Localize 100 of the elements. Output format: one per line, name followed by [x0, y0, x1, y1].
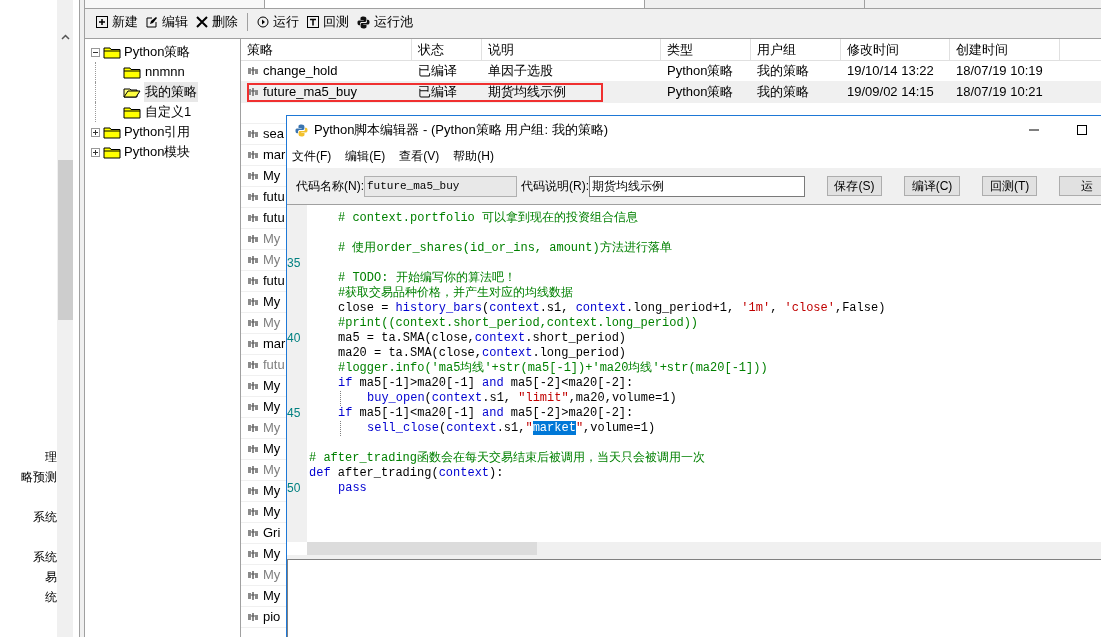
toolbar-button[interactable]: 回测	[306, 12, 350, 32]
table-cell-text: 已编译	[418, 62, 457, 81]
table-cell-text: My	[263, 398, 281, 417]
table-cell-text: My	[263, 230, 281, 249]
table-cell-text: My	[263, 503, 281, 522]
script-icon	[247, 339, 259, 349]
scrollbar[interactable]	[57, 0, 73, 637]
column-header[interactable]: 修改时间	[841, 39, 950, 60]
column-header[interactable]: 用户组	[751, 39, 841, 60]
column-header[interactable]: 创建时间	[950, 39, 1060, 60]
collapse-icon[interactable]	[91, 47, 100, 57]
toolbar-button[interactable]: 运行池	[356, 12, 414, 32]
script-icon	[247, 318, 259, 328]
table-cell-text: Python策略	[667, 83, 734, 102]
indent-guide	[340, 391, 341, 406]
line-number: 50	[287, 481, 301, 496]
expand-icon[interactable]	[91, 147, 100, 157]
table-cell-text: Python策略	[667, 62, 734, 81]
table-cell-text: 期货均线示例	[488, 83, 566, 102]
script-icon	[247, 297, 259, 307]
script-icon	[247, 381, 259, 391]
table-cell-text: mar	[263, 335, 286, 354]
tree-item[interactable]: Python引用	[124, 122, 191, 142]
code-line: #logger.info('ma5均线'+str(ma5[-1])+'ma20均线'+str(ma20[-1]))	[338, 361, 768, 376]
table-cell-text: mar	[263, 146, 286, 165]
table-cell-text: futu	[263, 188, 285, 207]
toolbar-button[interactable]: 运行	[256, 12, 300, 32]
tree-item[interactable]: nnmnn	[144, 62, 186, 82]
code-line: #print((context.short_period,context.long_period))	[338, 316, 699, 331]
script-icon	[247, 402, 259, 412]
description-field[interactable]: 期货均线示例	[589, 175, 805, 197]
name-field[interactable]: future_ma5_buy	[364, 175, 518, 197]
code-line: # context.portfolio 可以拿到现在的投资组合信息	[338, 211, 639, 226]
code-line: #获取交易品种价格，并产生对应的均线数据	[338, 286, 574, 301]
dialog-button[interactable]: 回测(T)	[981, 176, 1038, 196]
nav-item[interactable]: 易	[0, 567, 57, 587]
tree-item[interactable]: Python模块	[124, 142, 191, 162]
menu-item[interactable]: 帮助(H)	[453, 147, 494, 165]
table-cell-text: 18/07/19 10:19	[956, 62, 1043, 81]
script-icon	[247, 528, 259, 538]
code-line: pass	[338, 481, 367, 496]
tree-item[interactable]: 自定义1	[144, 102, 193, 122]
table-cell-text: change_hold	[263, 62, 338, 81]
code-line: def after_trading(context):	[309, 466, 504, 481]
nav-item[interactable]: 略预测	[0, 467, 57, 487]
column-header[interactable]: 类型	[661, 39, 751, 60]
script-icon	[247, 234, 259, 244]
table-cell-text: sea	[263, 125, 284, 144]
column-header[interactable]: 说明	[482, 39, 661, 60]
chevron-up-icon[interactable]	[60, 34, 70, 40]
table-cell-text: 我的策略	[757, 83, 809, 102]
script-icon	[247, 276, 259, 286]
script-icon	[247, 570, 259, 580]
table-cell-text: futu	[263, 356, 285, 375]
table-cell-text: My	[263, 419, 281, 438]
table-cell-text: My	[263, 461, 281, 480]
table-cell-text: My	[263, 293, 281, 312]
line-number: 35	[287, 256, 301, 271]
nav-item[interactable]: 系统	[0, 507, 57, 527]
nav-item[interactable]: 理	[0, 447, 57, 467]
toolbar-button[interactable]: 新建	[95, 12, 139, 32]
folder-icon	[123, 105, 141, 119]
column-header[interactable]: 策略	[241, 39, 412, 60]
maximize-icon[interactable]	[1077, 125, 1087, 135]
horizontal-scrollbar[interactable]	[307, 542, 1101, 555]
dialog-button[interactable]: 编译(C)	[904, 176, 960, 196]
code-line: ma20 = ta.SMA(close,context.long_period)	[338, 346, 627, 361]
menu-item[interactable]: 编辑(E)	[345, 147, 386, 165]
tree-item[interactable]: 我的策略	[144, 82, 198, 102]
table-cell-text: My	[263, 545, 281, 564]
table-cell-text: My	[263, 377, 281, 396]
table-cell-text: Gri	[263, 524, 281, 543]
table-cell-text: My	[263, 587, 281, 606]
table-cell-text: 19/10/14 13:22	[847, 62, 934, 81]
expand-icon[interactable]	[91, 127, 100, 137]
toolbar-button[interactable]: 删除	[195, 12, 239, 32]
code-line: buy_open(context.s1, "limit",ma20,volume=1)	[367, 391, 677, 406]
menu-item[interactable]: 文件(F)	[292, 147, 332, 165]
dialog-button[interactable]: 运	[1059, 176, 1101, 196]
script-icon	[247, 465, 259, 475]
menu-item[interactable]: 查看(V)	[399, 147, 440, 165]
window-title: Python脚本编辑器 - (Python策略 用户组: 我的策略)	[314, 121, 608, 140]
table-cell-text: 已编译	[418, 83, 457, 102]
nav-item[interactable]: 统	[0, 587, 57, 607]
table-cell-text: 单因子选股	[488, 62, 553, 81]
tree-item[interactable]: Python策略	[124, 42, 191, 62]
script-icon	[247, 486, 259, 496]
code-line: # 使用order_shares(id_or_ins, amount)方法进行落单	[338, 241, 672, 256]
folder-icon	[123, 65, 141, 79]
script-icon	[247, 192, 259, 202]
nav-item[interactable]: 系统	[0, 547, 57, 567]
scrollbar-thumb[interactable]	[57, 160, 73, 320]
cross-icon	[196, 16, 208, 28]
toolbar-button[interactable]: 编辑	[145, 12, 189, 32]
pencil-icon	[146, 16, 158, 28]
column-header[interactable]: 状态	[412, 39, 482, 60]
dialog-button[interactable]: 保存(S)	[826, 176, 883, 196]
script-icon	[247, 612, 259, 622]
table-row[interactable]: future_ma5_buy 已编译 期货均线示例 Python策略 我的策略 19/09/02 14:15 18/07/19 10:21	[241, 82, 1101, 103]
code-line: ma5 = ta.SMA(close,context.short_period)	[338, 331, 627, 346]
